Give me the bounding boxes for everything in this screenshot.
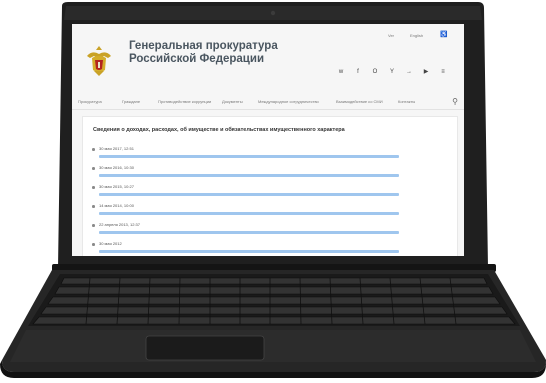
entry-date: 30 мая 2015, 10:27 xyxy=(99,184,134,189)
telegram-icon[interactable]: Y xyxy=(389,68,395,76)
nav-item-anticorruption[interactable]: Противодействие коррупции xyxy=(158,99,211,104)
top-utility-bar xyxy=(72,24,464,32)
nav-item-prosecution[interactable]: Прокуратура xyxy=(78,99,102,104)
facebook-icon[interactable]: f xyxy=(355,68,361,76)
entry-link[interactable] xyxy=(99,212,399,215)
page-title: Сведения о доходах, расходах, об имущест… xyxy=(93,127,345,133)
nav-item-citizens[interactable]: Граждане xyxy=(122,99,140,104)
entry-date: 30 мая 2012 xyxy=(99,241,122,246)
entry-link[interactable] xyxy=(99,155,399,158)
entry-date: 30 мая 2016, 10:30 xyxy=(99,165,134,170)
entry-link[interactable] xyxy=(99,174,399,177)
bullet-icon xyxy=(92,148,95,151)
site-title-line2: Российской Федерации xyxy=(129,53,265,65)
content-panel: Сведения о доходах, расходах, об имущест… xyxy=(82,116,458,256)
site-title[interactable]: Генеральная прокуратура Российской Федер… xyxy=(129,40,278,66)
rss-icon[interactable]: ≡ xyxy=(440,68,446,76)
bullet-icon xyxy=(92,205,95,208)
vk-icon[interactable]: w xyxy=(338,68,344,76)
webcam-icon xyxy=(270,10,276,16)
twitter-icon[interactable]: → xyxy=(406,68,412,76)
nav-item-media[interactable]: Взаимодействие со СМИ xyxy=(336,99,383,104)
youtube-icon[interactable]: ▶ xyxy=(423,68,429,76)
main-navigation: Прокуратура Граждане Противодействие кор… xyxy=(72,97,464,110)
search-icon[interactable]: ⚲ xyxy=(452,97,458,106)
entry-date: 14 мая 2014, 10:00 xyxy=(99,203,134,208)
entry-date: 22 апреля 2013, 12:37 xyxy=(99,222,141,227)
photo-scene: Ver English ♿ Генеральная прокуратура Ро… xyxy=(0,0,546,383)
nav-item-international[interactable]: Международное сотрудничество xyxy=(258,99,319,104)
entry-link[interactable] xyxy=(99,231,399,234)
odnoklassniki-icon[interactable]: O xyxy=(372,68,378,76)
bullet-icon xyxy=(92,224,95,227)
entry-link[interactable] xyxy=(99,193,399,196)
touchpad xyxy=(145,335,265,361)
laptop-screen: Ver English ♿ Генеральная прокуратура Ро… xyxy=(72,24,464,256)
nav-item-documents[interactable]: Документы xyxy=(222,99,243,104)
language-link[interactable]: English xyxy=(410,33,423,38)
bullet-icon xyxy=(92,243,95,246)
contrast-link[interactable]: Ver xyxy=(388,33,394,38)
entry-link[interactable] xyxy=(99,250,399,253)
entry-date: 30 мая 2017, 12:51 xyxy=(99,146,134,151)
site-title-line1: Генеральная прокуратура xyxy=(129,40,278,52)
prosecutor-emblem-logo xyxy=(87,46,111,76)
bullet-icon xyxy=(92,167,95,170)
bullet-icon xyxy=(92,186,95,189)
accessibility-icon[interactable]: ♿ xyxy=(440,31,447,38)
nav-item-contacts[interactable]: Контакты xyxy=(398,99,415,104)
